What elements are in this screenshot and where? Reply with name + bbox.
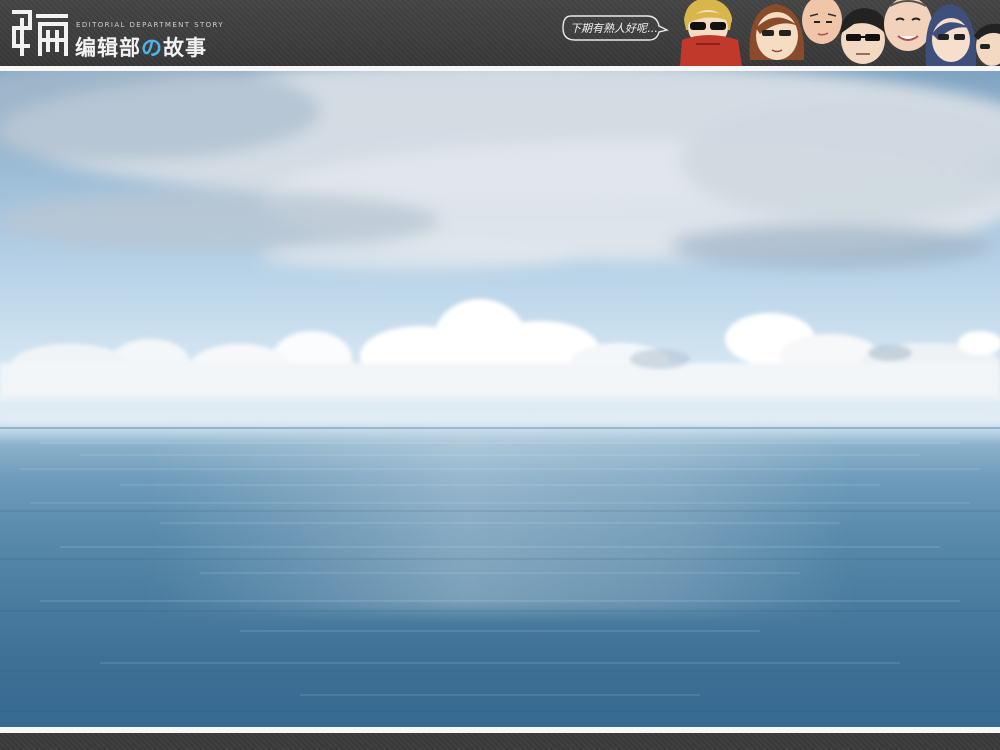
character-dark-hair-sunglasses [840, 8, 887, 64]
brand-title-accent: の [141, 36, 163, 60]
character-brown-hair-glasses [749, 4, 805, 60]
brand-title-part2: 故事 [163, 36, 207, 60]
character-edge-face [974, 23, 1000, 66]
brand-title[interactable]: 编辑部の故事 [75, 32, 207, 62]
site-footer [0, 733, 1000, 750]
sea-sky-photo [0, 71, 1000, 727]
horizon-haze [0, 396, 1000, 426]
site-header: EDITORIAL DEPARTMENT STORY 编辑部の故事 下期有熟人好… [0, 0, 1000, 66]
upper-cloud-layer [0, 71, 1000, 270]
brand-title-part1: 编辑部 [75, 36, 141, 60]
character-chubby-man [884, 0, 932, 51]
character-faces [680, 0, 1000, 66]
sea-sky-illustration [0, 71, 1000, 712]
logo-icon[interactable] [10, 6, 70, 58]
character-blue-hair-glasses [925, 4, 977, 66]
character-blond-sunglasses [680, 0, 742, 66]
character-bald-man [802, 0, 842, 44]
sea-reflection [0, 433, 1000, 712]
speech-bubble-text: 下期有熟人好呢... [570, 22, 658, 35]
cumulus-cloud-bank [0, 299, 1000, 401]
brand-subtitle: EDITORIAL DEPARTMENT STORY [76, 21, 225, 29]
